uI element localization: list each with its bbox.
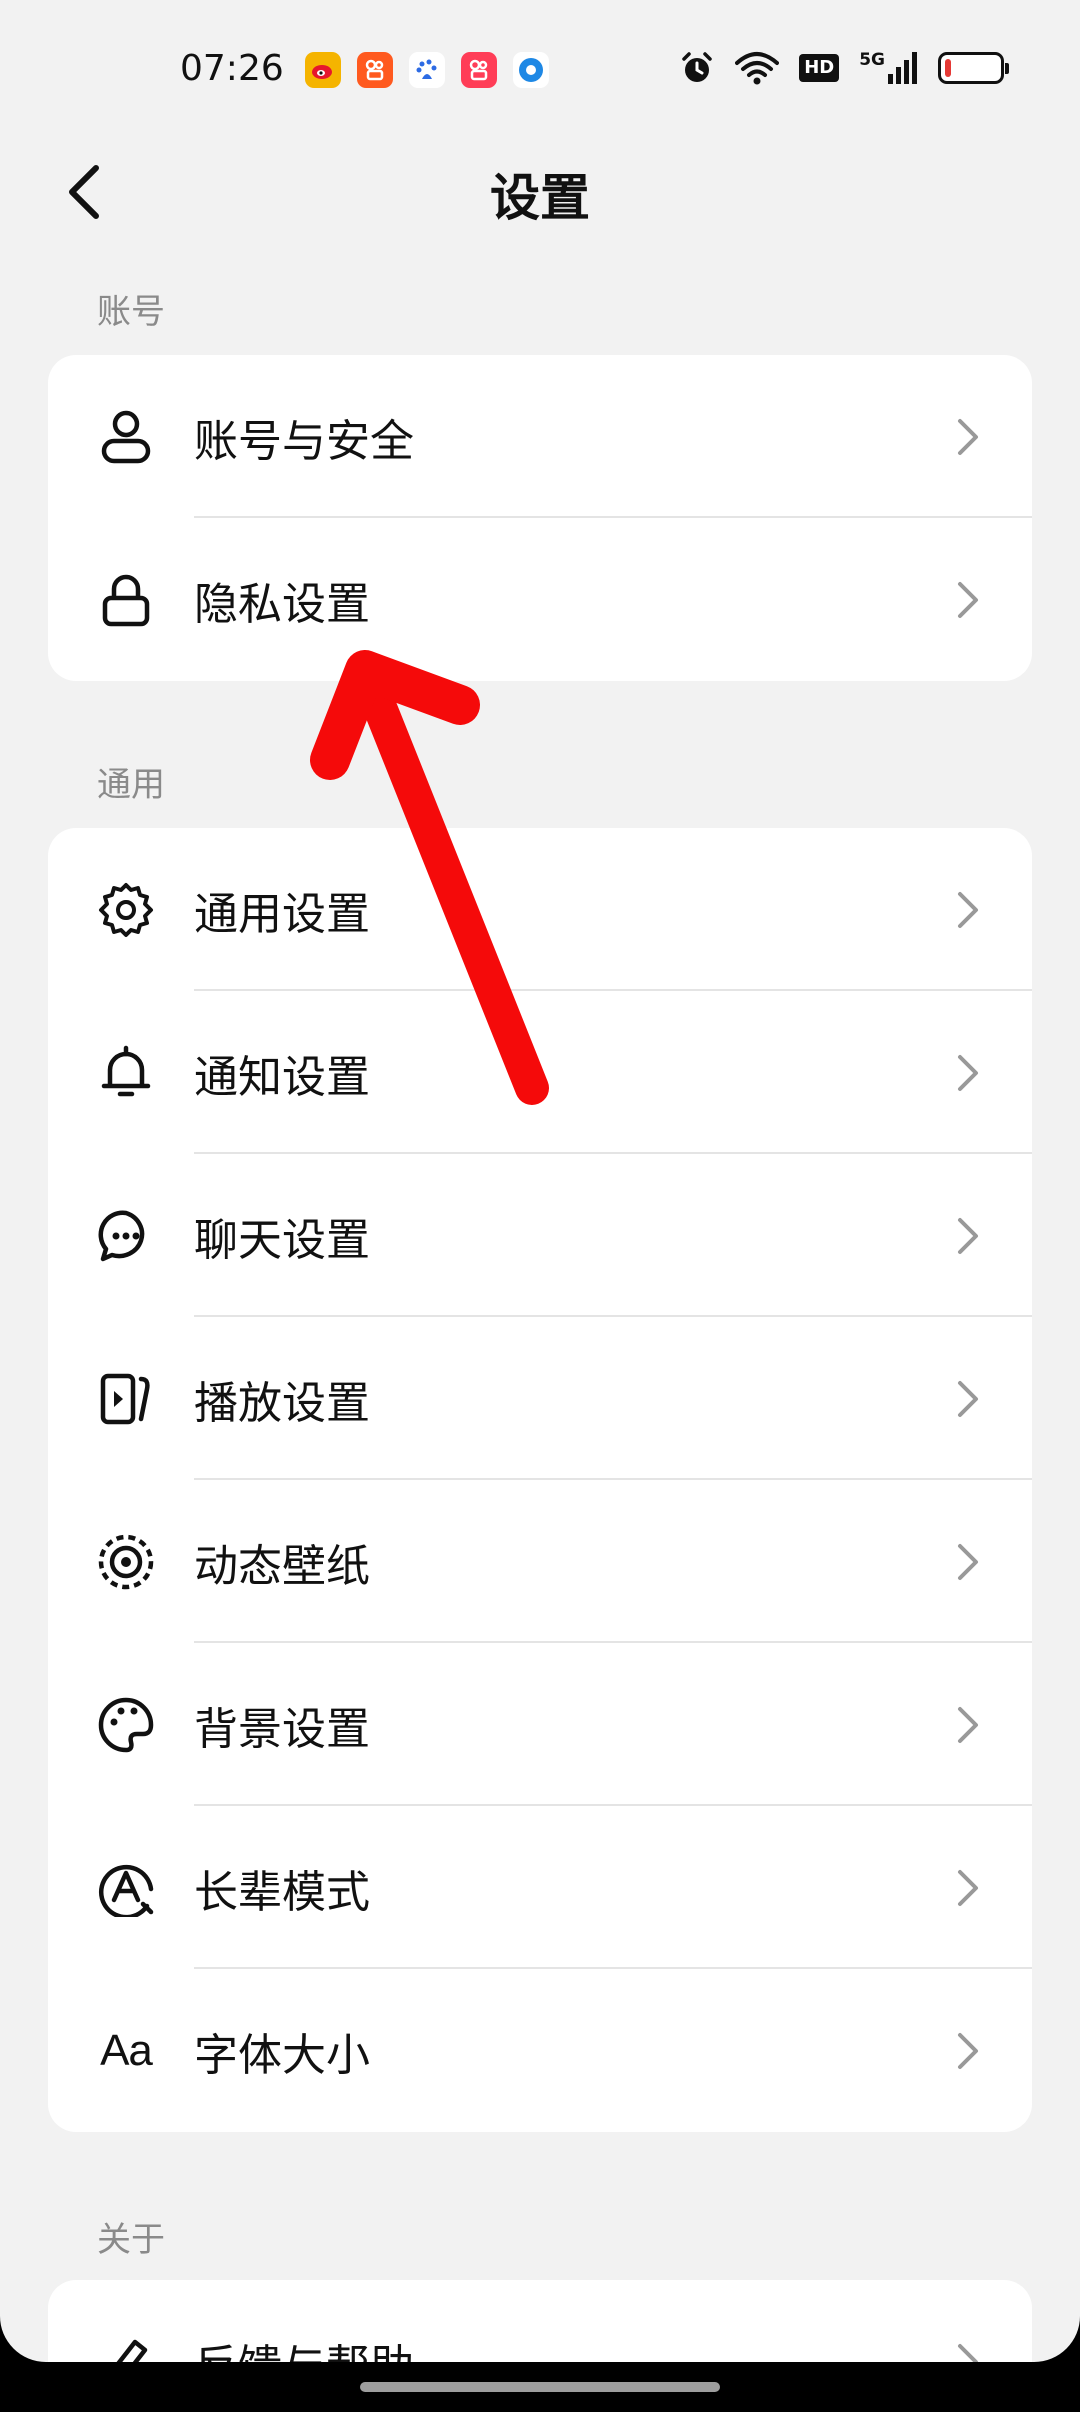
chevron-right-icon	[958, 1054, 978, 1091]
settings-item-background[interactable]: 背景设置	[48, 1643, 1032, 1806]
settings-item-label: 字体大小	[194, 2029, 370, 2081]
play-icon	[96, 1369, 156, 1429]
chevron-right-icon	[958, 1543, 978, 1580]
battery-level	[945, 59, 951, 77]
wifi-icon	[735, 51, 780, 85]
chevron-right-icon	[958, 1869, 978, 1906]
section-label-general: 通用	[97, 765, 165, 805]
status-bar: 07:26 HD 5G	[0, 0, 1080, 140]
gear-icon	[96, 880, 156, 940]
settings-item-privacy[interactable]: 隐私设置	[48, 518, 1032, 681]
app-circle-icon	[513, 52, 549, 88]
settings-item-label: 反馈与帮助	[194, 2330, 414, 2363]
font-size-icon: Aa	[100, 2025, 153, 2075]
notification-icons	[305, 52, 549, 88]
elder-mode-icon	[96, 1858, 156, 1918]
settings-item-feedback-help[interactable]: 反馈与帮助	[48, 2280, 1032, 2362]
chevron-right-icon	[958, 1706, 978, 1743]
settings-item-live-wallpaper[interactable]: 动态壁纸	[48, 1480, 1032, 1643]
chevron-right-icon	[958, 418, 978, 455]
pencil-icon	[96, 2332, 156, 2362]
settings-item-playback[interactable]: 播放设置	[48, 1317, 1032, 1480]
account-card: 账号与安全 隐私设置	[48, 355, 1032, 681]
settings-item-label: 账号与安全	[194, 415, 414, 467]
chat-icon	[96, 1206, 156, 1266]
settings-item-label: 聊天设置	[194, 1214, 370, 1266]
chevron-right-icon	[958, 2343, 978, 2362]
settings-item-label: 通用设置	[194, 888, 370, 940]
settings-item-label: 播放设置	[194, 1377, 370, 1429]
settings-item-notifications[interactable]: 通知设置	[48, 991, 1032, 1154]
settings-item-chat[interactable]: 聊天设置	[48, 1154, 1032, 1317]
bell-icon	[96, 1043, 156, 1103]
alarm-icon	[679, 50, 715, 86]
chevron-right-icon	[958, 2032, 978, 2069]
kuaishou-lite-icon	[461, 52, 497, 88]
chevron-right-icon	[958, 1380, 978, 1417]
home-indicator[interactable]	[360, 2382, 720, 2392]
user-icon	[96, 407, 156, 467]
palette-icon	[96, 1695, 156, 1755]
settings-item-label: 背景设置	[194, 1703, 370, 1755]
chevron-right-icon	[958, 891, 978, 928]
settings-item-font-size[interactable]: Aa 字体大小	[48, 1969, 1032, 2132]
kuaishou-icon	[357, 52, 393, 88]
lock-icon	[96, 570, 156, 630]
weibo-icon	[305, 52, 341, 88]
header: 设置	[0, 140, 1080, 240]
battery-icon	[938, 52, 1009, 84]
settings-screen: 07:26 HD 5G 设置 账号 账号与安全 隐私设置 通用 通用设置 通知设…	[0, 0, 1080, 2362]
general-card: 通用设置 通知设置 聊天设置 播放设置 动态壁纸 背景设置 长辈模式 Aa 字体…	[48, 828, 1032, 2132]
hd-badge-icon: HD	[799, 54, 840, 82]
settings-item-account-security[interactable]: 账号与安全	[48, 355, 1032, 518]
status-time: 07:26	[180, 48, 284, 89]
section-label-about: 关于	[97, 2220, 165, 2260]
signal-5g-icon: 5G	[859, 52, 918, 84]
page-title: 设置	[490, 169, 590, 227]
section-label-account: 账号	[97, 292, 165, 332]
baidu-icon	[409, 52, 445, 88]
settings-item-label: 隐私设置	[194, 578, 370, 630]
settings-item-general[interactable]: 通用设置	[48, 828, 1032, 991]
chevron-right-icon	[958, 1217, 978, 1254]
chevron-right-icon	[958, 581, 978, 618]
signal-5g-label: 5G	[859, 50, 885, 70]
system-icons: HD 5G	[679, 50, 1009, 86]
about-card: 反馈与帮助	[48, 2280, 1032, 2362]
settings-item-label: 通知设置	[194, 1051, 370, 1103]
settings-item-label: 动态壁纸	[194, 1540, 370, 1592]
settings-item-elder-mode[interactable]: 长辈模式	[48, 1806, 1032, 1969]
live-wallpaper-icon	[96, 1532, 156, 1592]
settings-item-label: 长辈模式	[194, 1866, 370, 1918]
